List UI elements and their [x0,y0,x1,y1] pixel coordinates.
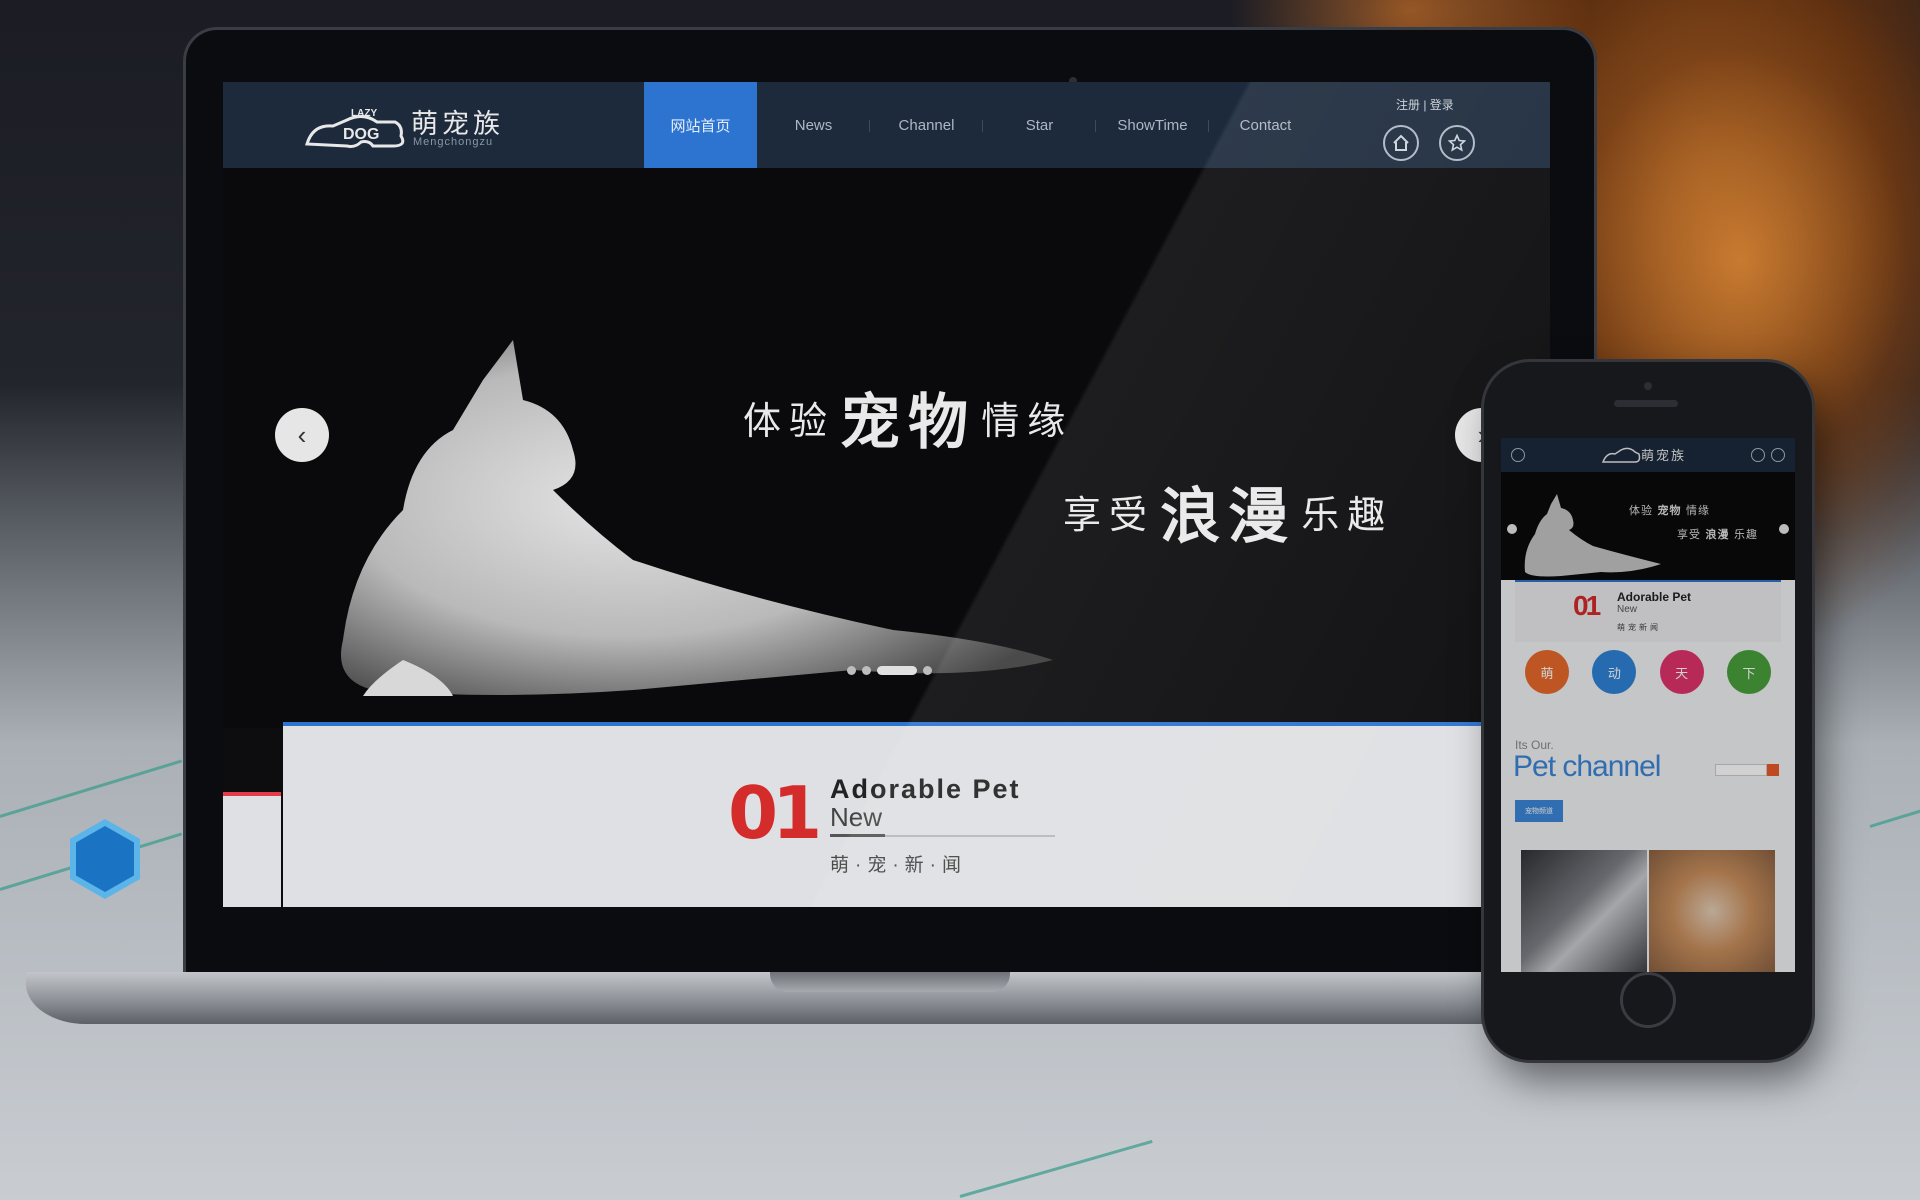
slogan-part: 情缘 [1686,504,1710,517]
nav-item-home[interactable]: 网站首页 [644,82,757,168]
phone-home-button[interactable] [1620,972,1676,1028]
card-title: Adorable Pet [1617,590,1692,604]
auth-links[interactable]: 注册 | 登录 [1396,96,1454,113]
channel-title: Pet channel [1513,750,1661,783]
home-icon[interactable] [1751,448,1765,462]
feature-circle[interactable]: 动 [1592,650,1637,694]
site-header: DOG LAZY 萌宠族 Mengchongzu 网站首页 News Chann… [223,82,1550,168]
feature-item[interactable]: 萌 [1517,650,1577,700]
card-subtitle: New [1617,604,1638,615]
nav-label: News [794,116,833,134]
feature-circle[interactable]: 萌 [1525,650,1569,694]
mobile-header: 萌宠族 [1501,438,1795,472]
nav-label: Channel [898,116,955,134]
section-subtitle: New [830,802,883,832]
slogan-part: 享受 [1677,528,1701,541]
prev-slide-button[interactable] [1507,524,1517,534]
section-divider-accent [830,834,885,837]
phone-screen: 萌宠族 体验 宠物 情缘 享受 浪漫 乐趣 01 Adorable Pet Ne… [1501,438,1795,972]
news-section: 01 Adorable Pet New 萌·宠·新·闻 [283,722,1550,907]
nav-label: ShowTime [1117,116,1188,134]
pet-photo-kitten[interactable] [1649,850,1775,972]
svg-text:LAZY: LAZY [351,108,377,119]
svg-text:DOG: DOG [343,126,379,143]
star-icon[interactable] [1771,448,1785,462]
mobile-search-input[interactable] [1715,764,1767,776]
phone-device: 萌宠族 体验 宠物 情缘 享受 浪漫 乐趣 01 Adorable Pet Ne… [1484,362,1812,1060]
mobile-slogan-2: 享受 浪漫 乐趣 [1677,526,1758,542]
slogan-part: 乐趣 [1734,528,1758,541]
dog-logo-icon[interactable]: DOG LAZY [303,102,407,152]
mobile-search-button[interactable] [1767,764,1779,776]
channel-tab[interactable] [1567,800,1615,822]
slide-dot-active[interactable] [877,666,917,675]
star-icon[interactable] [1439,125,1475,161]
nav-label: 网站首页 [670,117,731,135]
slogan-part: 浪漫 [1705,528,1730,541]
section-number: 01 [1573,590,1601,621]
mobile-hero: 体验 宠物 情缘 享受 浪漫 乐趣 [1501,472,1795,580]
phone-speaker [1614,400,1678,407]
next-slide-button[interactable] [1779,524,1789,534]
home-icon[interactable] [1383,125,1419,161]
nav-item-contact[interactable]: Contact [1209,82,1322,168]
nav-label: Contact [1239,116,1292,134]
nav-item-showtime[interactable]: ShowTime [1096,82,1209,168]
slogan-part: 宠物 [840,388,977,458]
channel-tabs: 宠物频道 [1515,800,1771,822]
feature-item[interactable]: 下 [1719,650,1779,700]
feature-circles: 萌 动 天 下 [1517,650,1779,700]
hero-banner: 体验 宠物 情缘 享受 浪漫 乐趣 ‹ › [223,168,1550,728]
slide-dot[interactable] [847,666,856,675]
mobile-news-card: 01 Adorable Pet New 萌宠新闻 [1515,580,1781,642]
laptop-notch [770,972,1010,992]
brand-name-en: Mengchongzu [413,136,494,148]
card-title-cn: 萌宠新闻 [1617,623,1661,632]
slide-indicators [847,666,932,675]
slogan-part: 体验 [743,399,836,443]
feature-circle[interactable]: 天 [1659,650,1704,694]
main-nav: 网站首页 News Channel Star ShowTime Contact [644,82,1322,168]
menu-icon[interactable] [1511,448,1525,462]
channel-tab[interactable] [1723,800,1771,822]
slogan-part: 宠物 [1657,504,1682,517]
feature-item[interactable]: 天 [1652,650,1712,700]
phone-camera-icon [1644,382,1652,390]
channel-tab-active[interactable]: 宠物频道 [1515,800,1563,822]
nav-item-channel[interactable]: Channel [870,82,983,168]
section-title: Adorable Pet [830,774,1021,804]
laptop-screen: DOG LAZY 萌宠族 Mengchongzu 网站首页 News Chann… [223,82,1550,907]
nav-label: Star [1025,116,1054,134]
feature-item[interactable]: 动 [1584,650,1644,700]
pet-photo-cat-bw[interactable] [1521,850,1647,972]
section-number: 01 [728,771,822,855]
slogan-part: 享受 [1063,493,1156,537]
side-strip [223,792,281,907]
slogan-part: 乐趣 [1301,493,1394,537]
feature-circle[interactable]: 下 [1726,650,1771,694]
hero-slogan-1: 体验 宠物 情缘 [743,374,1073,461]
dog-logo-icon[interactable] [1601,444,1641,466]
slogan-part: 情缘 [981,399,1074,443]
section-title-cn: 萌·宠·新·闻 [830,855,967,876]
slogan-part: 浪漫 [1160,482,1297,552]
hero-slogan-2: 享受 浪漫 乐趣 [1063,468,1393,555]
slide-dot[interactable] [923,666,932,675]
channel-tab[interactable] [1619,800,1667,822]
mobile-brand-name[interactable]: 萌宠族 [1641,445,1686,464]
nav-item-star[interactable]: Star [983,82,1096,168]
chevron-left-icon: ‹ [297,419,307,450]
channel-tab[interactable] [1671,800,1719,822]
prev-slide-button[interactable]: ‹ [275,408,329,462]
nav-item-news[interactable]: News [757,82,870,168]
slogan-part: 体验 [1629,504,1653,517]
slide-dot[interactable] [862,666,871,675]
mobile-slogan-1: 体验 宠物 情缘 [1629,502,1710,518]
